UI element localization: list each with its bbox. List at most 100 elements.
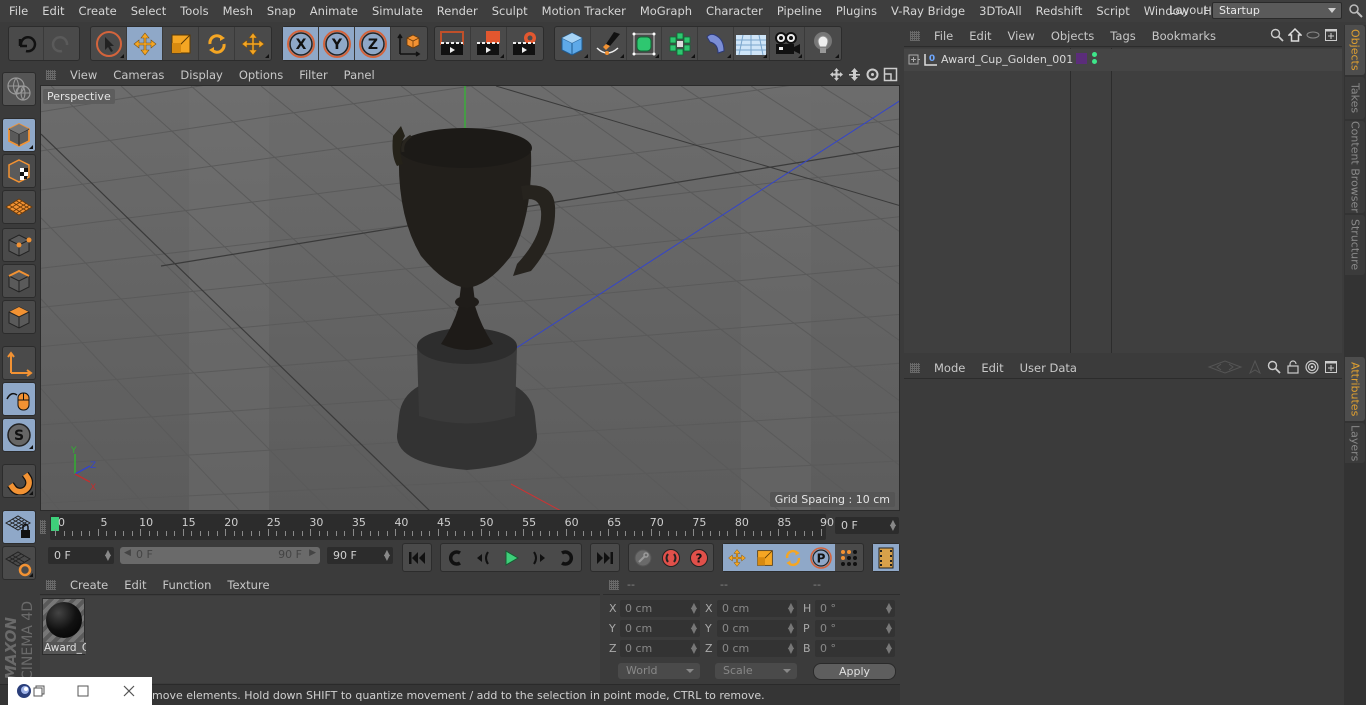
- rot-h-field[interactable]: 0 ° ▲ ▼: [815, 600, 895, 617]
- floor-button[interactable]: [734, 27, 770, 60]
- play-button[interactable]: [497, 544, 525, 571]
- tab-content-browser[interactable]: Content Browser: [1345, 121, 1365, 213]
- object-menu-bookmarks[interactable]: Bookmarks: [1144, 29, 1224, 43]
- camera-label[interactable]: Perspective: [43, 89, 115, 104]
- rotate-tool-button[interactable]: [199, 27, 235, 60]
- eye-icon[interactable]: [1306, 28, 1320, 42]
- edge-mode-button[interactable]: [2, 264, 36, 298]
- menu-render[interactable]: Render: [430, 4, 485, 18]
- spinner-icon[interactable]: ▲ ▼: [788, 642, 794, 655]
- tweak-mode-button[interactable]: [2, 382, 36, 416]
- orbit-icon[interactable]: [865, 67, 880, 82]
- material-menu-create[interactable]: Create: [62, 578, 116, 592]
- goto-start-button[interactable]: [403, 544, 431, 571]
- menu-animate[interactable]: Animate: [303, 4, 365, 18]
- key-point-level-button[interactable]: [835, 544, 863, 571]
- tab-attributes[interactable]: Attributes: [1345, 357, 1365, 421]
- search-icon[interactable]: [1270, 28, 1284, 42]
- editor-visibility-dot[interactable]: [1092, 52, 1097, 57]
- menu-create[interactable]: Create: [72, 4, 124, 18]
- search-icon[interactable]: [1348, 3, 1364, 19]
- home-icon[interactable]: [1288, 28, 1302, 42]
- coordinate-space-dropdown[interactable]: World: [618, 663, 700, 679]
- camera-button[interactable]: [770, 27, 806, 60]
- search-icon[interactable]: [1267, 360, 1281, 374]
- render-view-button[interactable]: [435, 27, 471, 60]
- current-frame-field[interactable]: 0 F ▲ ▼: [835, 517, 899, 534]
- scale-tool-button[interactable]: [163, 27, 199, 60]
- layout-dropdown[interactable]: Startup: [1212, 2, 1342, 19]
- light-button[interactable]: [805, 27, 841, 60]
- range-right-arrow-icon[interactable]: ▶: [309, 548, 316, 558]
- axis-mode-button[interactable]: [2, 346, 36, 380]
- material-menu-texture[interactable]: Texture: [219, 578, 277, 592]
- size-x-field[interactable]: 0 cm ▲ ▼: [717, 600, 797, 617]
- material-menu-function[interactable]: Function: [155, 578, 220, 592]
- attribute-menu-user-data[interactable]: User Data: [1012, 361, 1085, 375]
- snap-button[interactable]: [2, 464, 36, 498]
- coordinate-system-button[interactable]: [391, 27, 427, 60]
- menu-tools[interactable]: Tools: [173, 4, 215, 18]
- move-tool-button[interactable]: [127, 27, 163, 60]
- expand-icon[interactable]: [908, 54, 920, 66]
- spinner-icon[interactable]: ▲ ▼: [890, 519, 896, 532]
- new-panel-icon[interactable]: [1324, 360, 1338, 374]
- render-settings-button[interactable]: [507, 27, 543, 60]
- cloner-button[interactable]: [662, 27, 698, 60]
- maximize-icon[interactable]: [76, 684, 90, 698]
- record-position-button[interactable]: [629, 544, 657, 571]
- menu-mograph[interactable]: MoGraph: [633, 4, 699, 18]
- x-axis-lock-button[interactable]: X: [283, 27, 319, 60]
- pan-icon[interactable]: [829, 67, 844, 82]
- goto-end-button[interactable]: [591, 544, 619, 571]
- panel-grip-icon[interactable]: [910, 362, 920, 373]
- deformer-button[interactable]: [698, 27, 734, 60]
- y-axis-lock-button[interactable]: Y: [319, 27, 355, 60]
- size-z-field[interactable]: 0 cm ▲ ▼: [717, 640, 797, 657]
- key-scale-button[interactable]: [751, 544, 779, 571]
- new-panel-icon[interactable]: [1324, 28, 1338, 42]
- up-arrow-icon[interactable]: [1248, 360, 1262, 374]
- last-tool-button[interactable]: [235, 27, 271, 60]
- viewport-menu-view[interactable]: View: [62, 68, 105, 82]
- menu-script[interactable]: Script: [1089, 4, 1136, 18]
- spinner-icon[interactable]: ▲ ▼: [886, 642, 892, 655]
- timeline-window-button[interactable]: [873, 544, 899, 571]
- spinner-icon[interactable]: ▲ ▼: [886, 622, 892, 635]
- end-frame-field[interactable]: 90 F ▲ ▼: [327, 547, 393, 564]
- object-menu-objects[interactable]: Objects: [1043, 29, 1102, 43]
- keyframe-selection-button[interactable]: ?: [685, 544, 713, 571]
- target-icon[interactable]: [1305, 360, 1319, 374]
- spinner-icon[interactable]: ▲ ▼: [788, 622, 794, 635]
- menu-snap[interactable]: Snap: [260, 4, 303, 18]
- solo-button[interactable]: S: [2, 418, 36, 452]
- texture-mode-button[interactable]: [2, 154, 36, 188]
- viewport-menu-display[interactable]: Display: [172, 68, 230, 82]
- menu-select[interactable]: Select: [124, 4, 173, 18]
- spinner-icon[interactable]: ▲ ▼: [384, 549, 390, 562]
- size-mode-dropdown[interactable]: Scale: [715, 663, 797, 679]
- menu-motion-tracker[interactable]: Motion Tracker: [535, 4, 633, 18]
- object-row[interactable]: 0 Award_Cup_Golden_001: [904, 49, 1342, 71]
- render-visibility-dot[interactable]: [1092, 59, 1097, 64]
- spinner-icon[interactable]: ▲ ▼: [105, 549, 111, 562]
- attribute-menu-mode[interactable]: Mode: [926, 361, 973, 375]
- pen-spline-button[interactable]: [591, 27, 627, 60]
- object-menu-tags[interactable]: Tags: [1102, 29, 1143, 43]
- timeline-ruler[interactable]: 0 5 10 15 20 25 30 35 40 45 50 55 60 65 70 75 80 85 90: [50, 514, 834, 540]
- object-menu-edit[interactable]: Edit: [961, 29, 999, 43]
- cinema4d-app-icon[interactable]: [16, 683, 32, 699]
- subdivision-surface-button[interactable]: [627, 27, 663, 60]
- viewport-menu-options[interactable]: Options: [231, 68, 291, 82]
- material-menu-edit[interactable]: Edit: [116, 578, 154, 592]
- spinner-icon[interactable]: ▲ ▼: [691, 602, 697, 615]
- autokey-button[interactable]: [657, 544, 685, 571]
- material-item[interactable]: Award_Cup_Golden: [42, 598, 86, 655]
- pos-z-field[interactable]: 0 cm ▲ ▼: [620, 640, 700, 657]
- lock-icon[interactable]: [1286, 360, 1300, 374]
- layer-color-swatch[interactable]: [1076, 53, 1087, 64]
- frame-range-slider[interactable]: ◀ 0 F 90 F ▶: [120, 547, 320, 564]
- tab-layers[interactable]: Layers: [1345, 423, 1365, 463]
- restore-icon[interactable]: [32, 684, 46, 698]
- lock-workplane-button[interactable]: [2, 510, 36, 544]
